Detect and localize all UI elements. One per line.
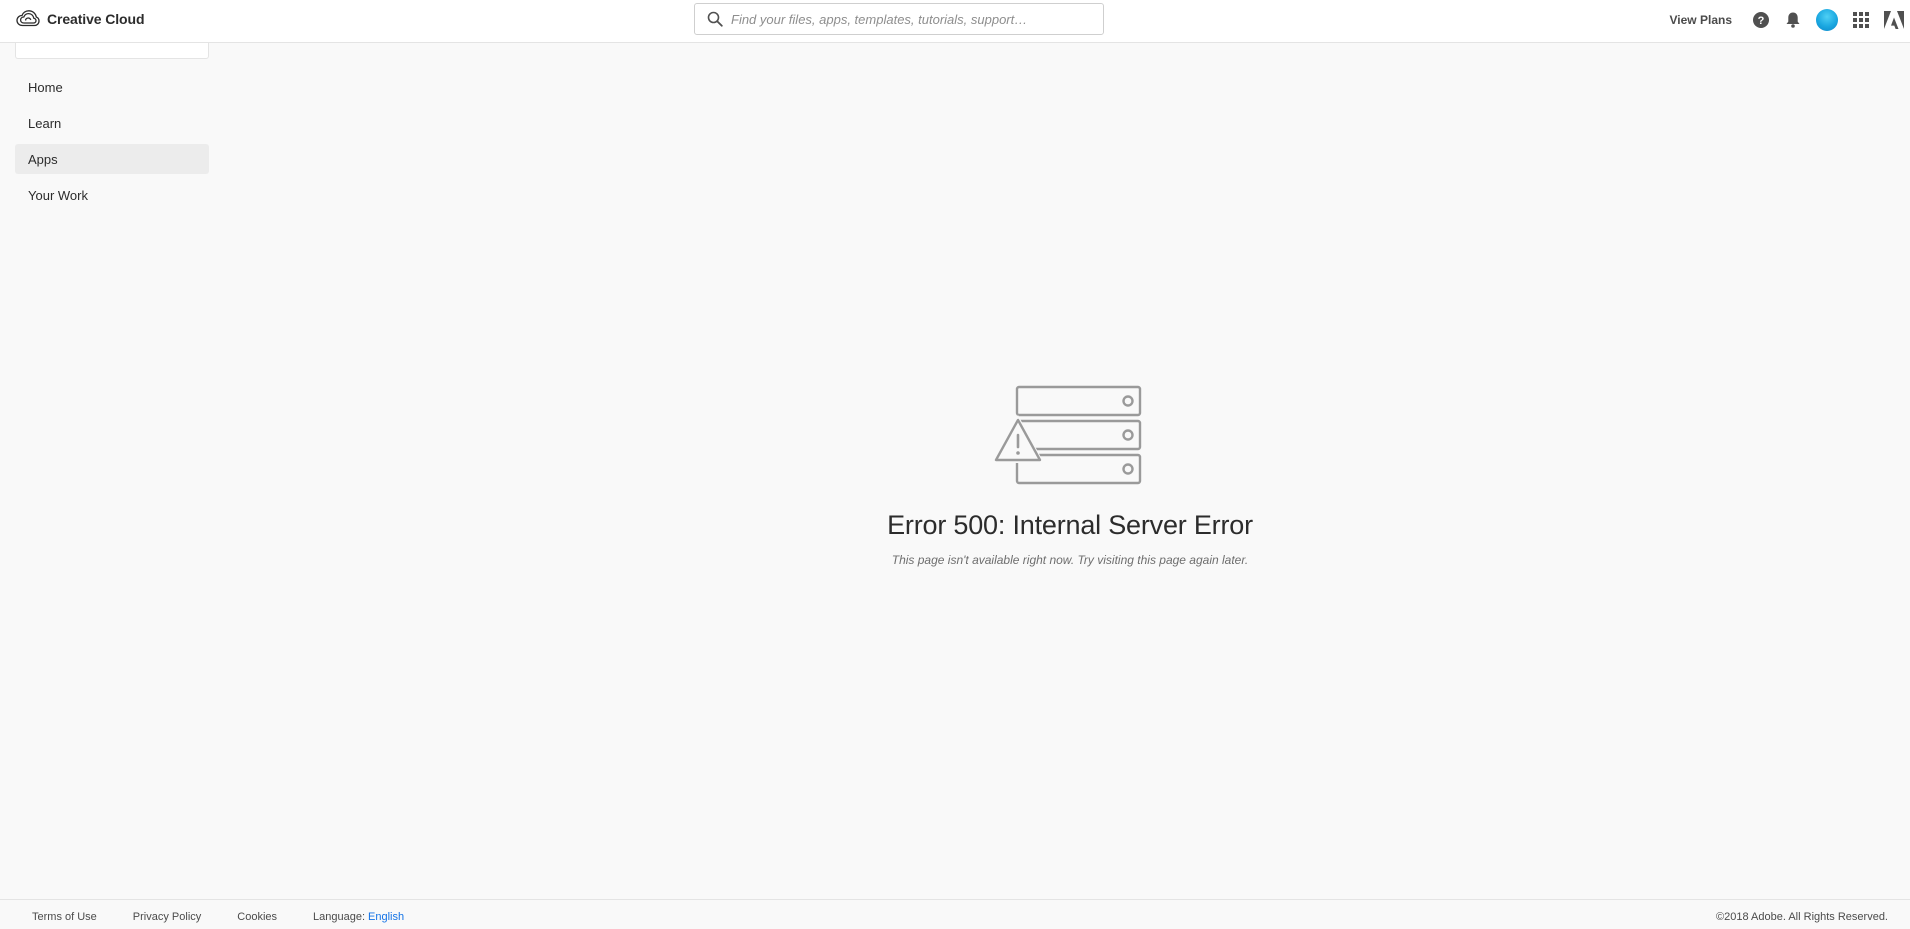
error-panel: Error 500: Internal Server Error This pa… [830, 385, 1310, 567]
adobe-logo-icon[interactable] [1884, 11, 1904, 29]
cookies-link[interactable]: Cookies [237, 911, 277, 923]
error-message: This page isn't available right now. Try… [891, 553, 1249, 567]
search-input[interactable] [731, 11, 1091, 27]
language-label: Language: [313, 911, 366, 923]
terms-of-use-link[interactable]: Terms of Use [32, 911, 97, 923]
search-icon [707, 11, 723, 27]
sidebar-item-label: Your Work [28, 187, 88, 203]
top-header: Creative Cloud View Plans ? [0, 0, 1910, 43]
sidebar-item-home[interactable]: Home [15, 72, 209, 102]
sidebar-item-label: Home [28, 79, 63, 95]
creative-cloud-logo-icon [16, 10, 40, 27]
sidebar-item-your-work[interactable]: Your Work [15, 180, 209, 210]
error-title: Error 500: Internal Server Error [887, 510, 1253, 540]
sidebar-item-label: Learn [28, 115, 62, 131]
privacy-policy-link[interactable]: Privacy Policy [133, 911, 201, 923]
sidebar: Home Learn Apps Your Work [15, 43, 209, 216]
language-selector[interactable]: English [368, 911, 404, 923]
footer-links: Terms of Use Privacy Policy Cookies Lang… [32, 911, 404, 923]
search-box[interactable] [694, 3, 1104, 35]
server-warning-icon [994, 385, 1142, 485]
copyright: ©2018 Adobe. All Rights Reserved. [1716, 911, 1888, 923]
sidebar-nav: Home Learn Apps Your Work [15, 72, 209, 210]
sidebar-item-learn[interactable]: Learn [15, 108, 209, 138]
brand-name: Creative Cloud [47, 11, 145, 27]
sidebar-item-label: Apps [28, 151, 58, 167]
header-actions: View Plans ? [1670, 0, 1910, 40]
app-grid-icon[interactable] [1852, 11, 1870, 29]
sidebar-panel-edge [15, 43, 209, 59]
footer: Terms of Use Privacy Policy Cookies Lang… [0, 899, 1910, 929]
avatar[interactable] [1816, 9, 1838, 31]
bell-icon[interactable] [1784, 11, 1802, 29]
svg-text:?: ? [1758, 15, 1765, 27]
help-icon[interactable]: ? [1752, 11, 1770, 29]
sidebar-item-apps[interactable]: Apps [15, 144, 209, 174]
brand[interactable]: Creative Cloud [16, 8, 145, 30]
view-plans-link[interactable]: View Plans [1670, 13, 1732, 27]
